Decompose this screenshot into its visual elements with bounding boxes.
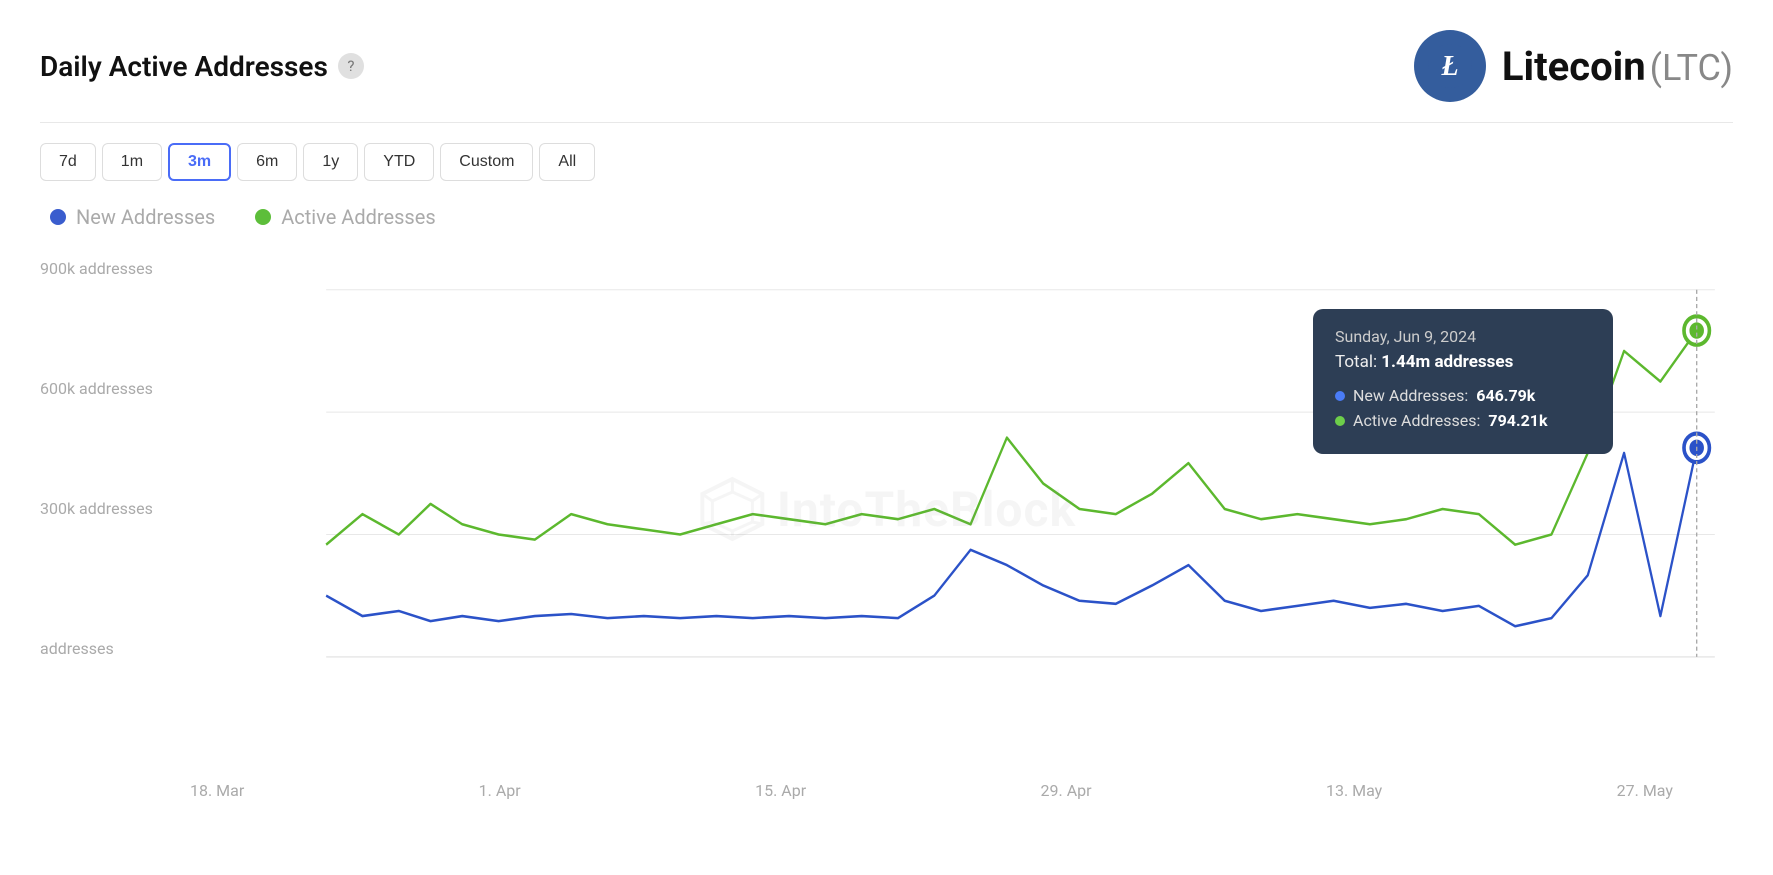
watermark-text: IntoTheBlock xyxy=(777,481,1076,538)
filter-3m[interactable]: 3m xyxy=(168,143,231,181)
filter-custom[interactable]: Custom xyxy=(440,143,533,181)
tooltip-active-addresses: Active Addresses: 794.21k xyxy=(1335,411,1591,430)
x-label-may13: 13. May xyxy=(1326,781,1382,800)
tooltip-dot-active xyxy=(1335,416,1345,426)
chart-tooltip: Sunday, Jun 9, 2024 Total: 1.44m address… xyxy=(1313,309,1613,454)
header-row: Daily Active Addresses ? Ł Litecoin (LTC… xyxy=(40,30,1733,102)
x-label-apr29: 29. Apr xyxy=(1041,781,1092,800)
y-label-300k: 300k addresses xyxy=(40,499,153,518)
y-label-0: addresses xyxy=(40,639,114,658)
filter-1y[interactable]: 1y xyxy=(303,143,358,181)
filter-7d[interactable]: 7d xyxy=(40,143,96,181)
brand-group: Ł Litecoin (LTC) xyxy=(1414,30,1733,102)
legend: New Addresses Active Addresses xyxy=(40,205,1733,229)
x-label-apr1: 1. Apr xyxy=(479,781,521,800)
legend-active-addresses: Active Addresses xyxy=(255,205,435,229)
page-title: Daily Active Addresses xyxy=(40,50,328,83)
x-label-mar18: 18. Mar xyxy=(190,781,244,800)
filter-1m[interactable]: 1m xyxy=(102,143,162,181)
x-axis-labels: 18. Mar 1. Apr 15. Apr 29. Apr 13. May 2… xyxy=(40,773,1733,800)
title-group: Daily Active Addresses ? xyxy=(40,50,364,83)
time-filters: 7d 1m 3m 6m 1y YTD Custom All xyxy=(40,143,1733,181)
x-label-apr15: 15. Apr xyxy=(755,781,806,800)
legend-dot-active xyxy=(255,209,271,225)
legend-label-new: New Addresses xyxy=(76,205,215,229)
tooltip-new-label: New Addresses: xyxy=(1353,386,1468,405)
help-icon[interactable]: ? xyxy=(338,53,364,79)
tooltip-active-value: 794.21k xyxy=(1488,411,1547,430)
tooltip-date: Sunday, Jun 9, 2024 xyxy=(1335,327,1591,346)
filter-ytd[interactable]: YTD xyxy=(364,143,434,181)
header-divider xyxy=(40,122,1733,123)
tooltip-new-addresses: New Addresses: 646.79k xyxy=(1335,386,1591,405)
tooltip-new-value: 646.79k xyxy=(1476,386,1535,405)
tooltip-total: Total: 1.44m addresses xyxy=(1335,352,1591,372)
x-label-may27: 27. May xyxy=(1617,781,1673,800)
filter-all[interactable]: All xyxy=(539,143,595,181)
ltc-logo: Ł xyxy=(1414,30,1486,102)
filter-6m[interactable]: 6m xyxy=(237,143,297,181)
chart-area: 900k addresses 600k addresses 300k addre… xyxy=(40,249,1733,769)
y-label-900k: 900k addresses xyxy=(40,259,153,278)
brand-ticker: (LTC) xyxy=(1650,47,1733,89)
legend-dot-new xyxy=(50,209,66,225)
brand-name: Litecoin xyxy=(1502,43,1646,90)
legend-new-addresses: New Addresses xyxy=(50,205,215,229)
y-label-600k: 600k addresses xyxy=(40,379,153,398)
brand-name-group: Litecoin (LTC) xyxy=(1502,43,1733,90)
main-container: Daily Active Addresses ? Ł Litecoin (LTC… xyxy=(0,0,1773,875)
legend-label-active: Active Addresses xyxy=(281,205,435,229)
svg-text:Ł: Ł xyxy=(1440,51,1458,82)
watermark: IntoTheBlock xyxy=(697,474,1076,544)
tooltip-dot-new xyxy=(1335,391,1345,401)
tooltip-total-value: 1.44m addresses xyxy=(1381,352,1513,372)
tooltip-active-label: Active Addresses: xyxy=(1353,411,1480,430)
